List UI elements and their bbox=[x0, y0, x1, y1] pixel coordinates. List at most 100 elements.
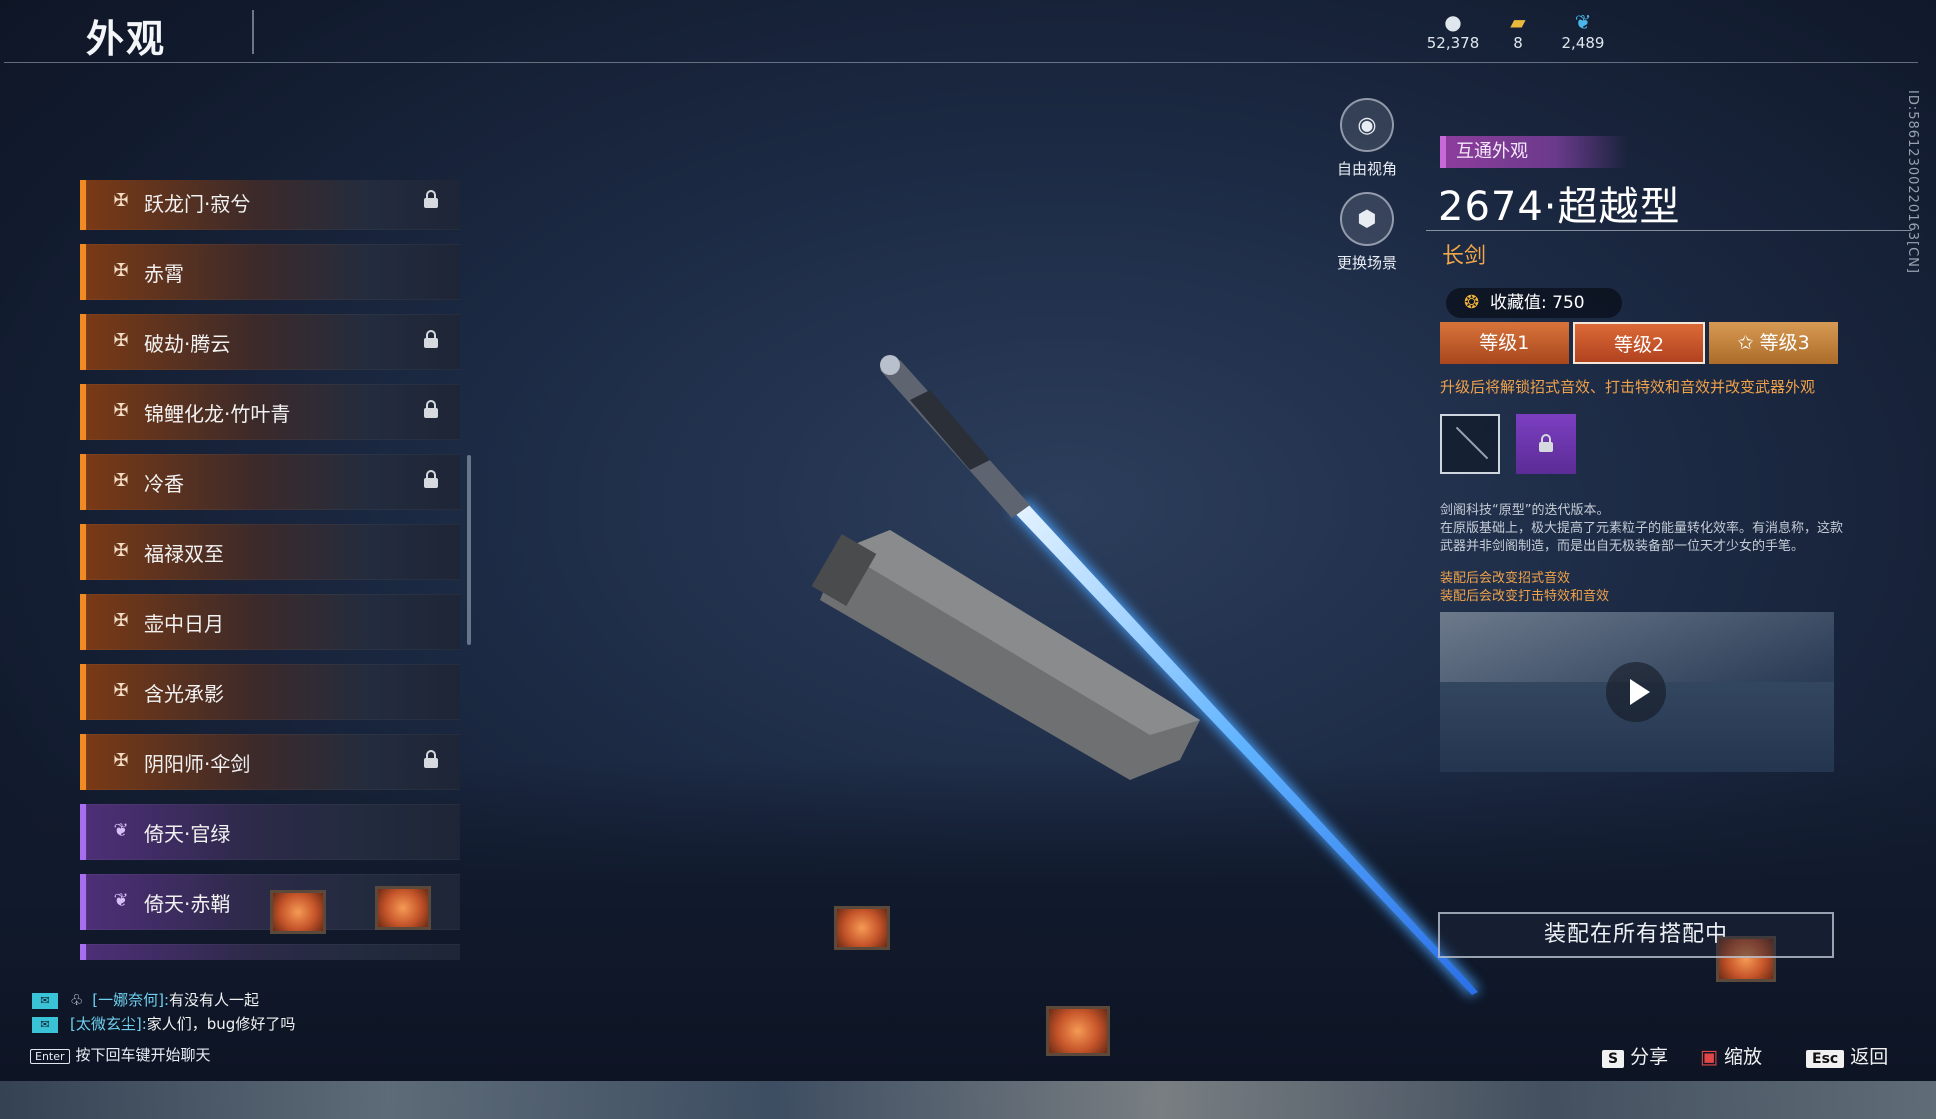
weapon-preview[interactable] bbox=[780, 340, 1540, 1020]
currency-feathers-value: 2,489 bbox=[1561, 34, 1605, 52]
lantern bbox=[834, 906, 890, 950]
orange-rarity-icon: ✠ bbox=[113, 610, 129, 631]
list-scrollbar[interactable] bbox=[467, 455, 471, 645]
chat-message: ✉ [太微玄尘]:家人们，bug修好了吗 bbox=[32, 1012, 295, 1036]
preview-video[interactable] bbox=[1440, 612, 1834, 772]
appearance-list-item[interactable]: ✠ 赤霄 bbox=[80, 244, 460, 300]
lantern bbox=[375, 886, 431, 930]
page-title: 外观 bbox=[86, 17, 167, 61]
lock-icon bbox=[424, 330, 438, 348]
appearance-list-item-label: 阴阳师·伞剑 bbox=[144, 752, 251, 776]
appearance-list-item[interactable]: ✠ 破劫·腾云 bbox=[80, 314, 460, 370]
equip-all-button[interactable]: 装配在所有搭配中 bbox=[1438, 912, 1834, 958]
enter-key-icon: Enter bbox=[30, 1049, 70, 1064]
effect-slot-empty[interactable] bbox=[1440, 414, 1500, 474]
item-description: 剑阁科技“原型”的迭代版本。 在原版基础上，极大提高了元素粒子的能量转化效率。有… bbox=[1440, 502, 1850, 556]
effect-slot-locked[interactable] bbox=[1516, 414, 1576, 474]
chat-channel-icon: ✉ bbox=[32, 993, 58, 1009]
lantern bbox=[270, 890, 326, 934]
appearance-list-item-label: 破劫·腾云 bbox=[144, 332, 231, 356]
orange-rarity-icon: ✠ bbox=[113, 680, 129, 701]
purple-rarity-icon: ❦ bbox=[113, 820, 129, 841]
top-divider bbox=[4, 62, 1918, 63]
currency-tickets-value: 8 bbox=[1513, 34, 1523, 52]
lock-icon bbox=[424, 750, 438, 768]
play-icon[interactable] bbox=[1606, 662, 1666, 722]
level-tabs: 等级1 等级2 ✩ 等级3 bbox=[1440, 322, 1839, 364]
change-scene-label: 更换场景 bbox=[1336, 254, 1397, 272]
currency-coins-value: 52,378 bbox=[1426, 34, 1480, 52]
level-1-tab[interactable]: 等级1 bbox=[1440, 322, 1569, 364]
name-divider bbox=[1426, 230, 1912, 231]
chat-input-hint[interactable]: Enter 按下回车键开始聊天 bbox=[30, 1044, 211, 1065]
zoom-label: 缩放 bbox=[1723, 1046, 1762, 1068]
orange-rarity-icon: ✠ bbox=[113, 540, 129, 561]
effect-line: 装配后会改变招式音效 bbox=[1440, 571, 1571, 586]
appearance-list-item[interactable]: ✠ 冷香 bbox=[80, 454, 460, 510]
appearance-list-item-label: 冷香 bbox=[144, 472, 184, 496]
scene-icon: ⬢ bbox=[1340, 192, 1394, 246]
back-label: 返回 bbox=[1850, 1046, 1889, 1068]
star-icon: ✩ bbox=[1737, 332, 1760, 354]
collection-value: ❂ 收藏值: 750 bbox=[1446, 288, 1622, 318]
appearance-list-item[interactable]: ✠ 锦鲤化龙·竹叶青 bbox=[80, 384, 460, 440]
orange-rarity-icon: ✠ bbox=[113, 260, 129, 281]
appearance-list-item[interactable]: ✠ 壶中日月 bbox=[80, 594, 460, 650]
lock-icon bbox=[424, 470, 438, 488]
coin-icon: ● bbox=[1444, 10, 1462, 34]
appearance-list-item-label: 壶中日月 bbox=[144, 612, 224, 636]
chat-text: 家人们，bug修好了吗 bbox=[146, 1015, 296, 1033]
appearance-list-item-label: 赤霄 bbox=[144, 262, 184, 286]
appearance-list-item[interactable]: ❦ bbox=[80, 944, 460, 960]
level-3-label: 等级3 bbox=[1759, 332, 1810, 354]
orange-rarity-icon: ✠ bbox=[113, 470, 129, 491]
camera-icon: ◉ bbox=[1340, 98, 1394, 152]
effect-line: 装配后会改变打击特效和音效 bbox=[1440, 589, 1610, 604]
orange-rarity-icon: ✠ bbox=[113, 330, 129, 351]
empty-slot-icon bbox=[1455, 426, 1489, 460]
level-2-tab[interactable]: 等级2 bbox=[1572, 322, 1706, 364]
chat-panel: ✉ ♧ [一娜奈何]:有没有人一起 ✉ [太微玄尘]:家人们，bug修好了吗 bbox=[32, 988, 295, 1036]
appearance-list-item[interactable]: ✠ 阴阳师·伞剑 bbox=[80, 734, 460, 790]
share-button[interactable]: S 分享 bbox=[1602, 1042, 1668, 1069]
appearance-list[interactable]: ✠ 跃龙门·寂兮 ✠ 赤霄 ✠ 破劫·腾云 ✠ 锦鲤化龙·竹叶青 ✠ 冷香 ✠ 福禄双至 ✠ 壶中日月 ✠ 含… bbox=[80, 180, 460, 960]
lantern bbox=[1046, 1006, 1110, 1056]
effects-list: 装配后会改变招式音效 装配后会改变打击特效和音效 bbox=[1440, 570, 1609, 606]
zoom-button[interactable]: ▣ 缩放 bbox=[1700, 1042, 1762, 1069]
share-label: 分享 bbox=[1630, 1046, 1669, 1068]
description-line: 剑阁科技“原型”的迭代版本。 bbox=[1440, 503, 1610, 518]
appearance-list-item[interactable]: ✠ 跃龙门·寂兮 bbox=[80, 180, 460, 230]
level-3-tab[interactable]: ✩ 等级3 bbox=[1709, 322, 1839, 364]
appearance-list-item[interactable]: ❦ 倚天·官绿 bbox=[80, 804, 460, 860]
collection-label: 收藏值: 750 bbox=[1490, 293, 1585, 313]
lock-icon bbox=[424, 400, 438, 418]
upgrade-tip: 升级后将解锁招式音效、打击特效和音效并改变武器外观 bbox=[1440, 378, 1816, 396]
chat-sender[interactable]: [一娜奈何]: bbox=[92, 991, 169, 1009]
orange-rarity-icon: ✠ bbox=[113, 750, 129, 771]
description-line: 在原版基础上，极大提高了元素粒子的能量转化效率。有消息称，这款武器并非剑阁制造，… bbox=[1440, 521, 1844, 554]
item-type: 长剑 bbox=[1442, 244, 1487, 269]
scabbard bbox=[811, 530, 1200, 780]
appearance-list-item-label: 倚天·赤鞘 bbox=[144, 892, 231, 916]
appearance-list-item-label: 倚天·官绿 bbox=[144, 822, 231, 846]
top-bar: 外观 ● 52,378 ▰ 8 ❦ 2,489 bbox=[0, 0, 1936, 64]
currency-tickets: ▰ 8 bbox=[1483, 10, 1553, 52]
free-view-button[interactable]: ◉ 自由视角 bbox=[1332, 98, 1402, 179]
appearance-list-item[interactable]: ✠ 含光承影 bbox=[80, 664, 460, 720]
appearance-list-item[interactable]: ✠ 福禄双至 bbox=[80, 524, 460, 580]
appearance-list-item-label: 含光承影 bbox=[144, 682, 224, 706]
lock-icon bbox=[424, 190, 438, 208]
lock-icon bbox=[1539, 434, 1553, 452]
ticket-icon: ▰ bbox=[1510, 10, 1526, 34]
back-button[interactable]: Esc 返回 bbox=[1806, 1042, 1888, 1069]
background-strip bbox=[0, 1081, 1936, 1119]
chat-channel-icon: ✉ bbox=[32, 1017, 58, 1033]
item-name: 2674·超越型 bbox=[1438, 184, 1681, 230]
chat-sender[interactable]: [太微玄尘]: bbox=[70, 1015, 147, 1033]
chat-message: ✉ ♧ [一娜奈何]:有没有人一起 bbox=[32, 988, 295, 1012]
esc-key: Esc bbox=[1806, 1050, 1845, 1068]
currency-feathers: ❦ 2,489 bbox=[1548, 10, 1618, 52]
feather-icon: ❦ bbox=[1574, 10, 1592, 34]
change-scene-button[interactable]: ⬢ 更换场景 bbox=[1332, 192, 1402, 273]
free-view-label: 自由视角 bbox=[1336, 160, 1397, 178]
